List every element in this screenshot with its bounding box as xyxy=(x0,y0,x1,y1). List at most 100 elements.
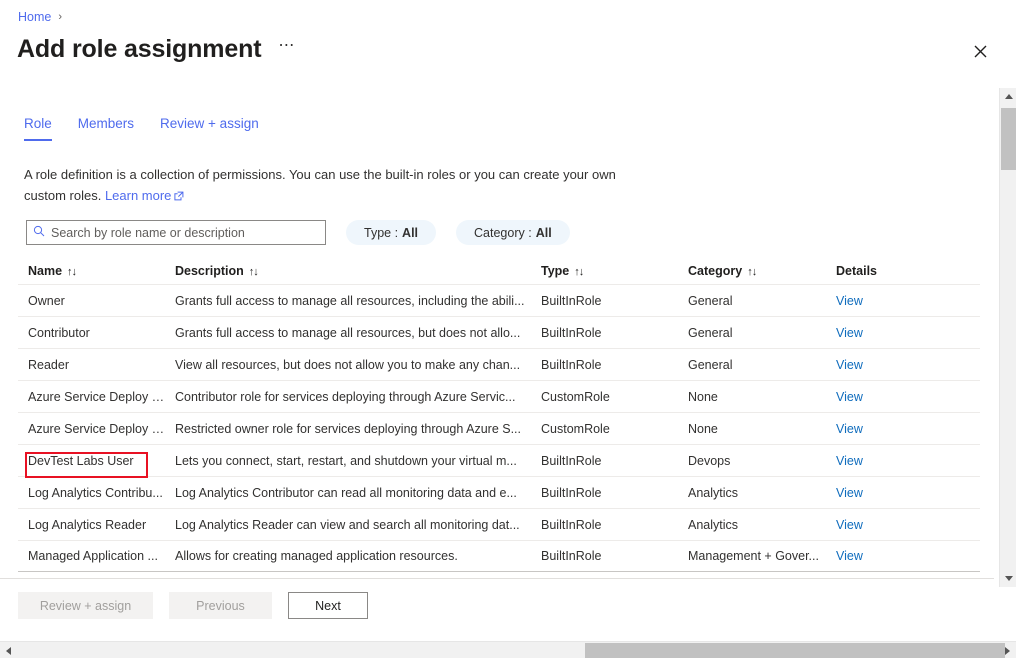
cell-role-type: BuiltInRole xyxy=(541,357,602,372)
column-header-category[interactable]: Category ↑↓ xyxy=(688,264,836,278)
cell-role-description: Contributor role for services deploying … xyxy=(175,389,516,404)
view-details-link[interactable]: View xyxy=(836,486,863,500)
cell-role-category: None xyxy=(688,389,718,404)
cell-role-type: BuiltInRole xyxy=(541,517,602,532)
search-input[interactable] xyxy=(51,225,319,240)
column-header-type[interactable]: Type ↑↓ xyxy=(541,264,688,278)
footer-divider xyxy=(0,578,994,579)
table-row[interactable]: Azure Service Deploy R... Contributor ro… xyxy=(18,380,980,412)
roles-table: Name ↑↓ Description ↑↓ Type ↑↓ Category ↑↓ D… xyxy=(18,258,980,572)
cell-role-name: Log Analytics Reader xyxy=(28,517,147,532)
cell-role-name: Azure Service Deploy R... xyxy=(28,389,172,404)
cell-role-description: Log Analytics Contributor can read all m… xyxy=(175,485,517,500)
column-header-description[interactable]: Description ↑↓ xyxy=(175,264,541,278)
review-assign-button[interactable]: Review + assign xyxy=(18,592,153,619)
cell-role-description: View all resources, but does not allow y… xyxy=(175,357,521,372)
tab-members[interactable]: Members xyxy=(78,115,134,141)
cell-role-category: General xyxy=(688,293,733,308)
tab-strip: Role Members Review + assign xyxy=(24,115,259,141)
table-row[interactable]: Managed Application ... Allows for creat… xyxy=(18,540,980,572)
horizontal-scrollbar-thumb[interactable] xyxy=(585,643,1005,658)
filter-category-pill[interactable]: Category : All xyxy=(456,220,570,245)
view-details-link[interactable]: View xyxy=(836,518,863,532)
cell-role-description: Grants full access to manage all resourc… xyxy=(175,325,521,340)
table-row[interactable]: Owner Grants full access to manage all r… xyxy=(18,284,980,316)
table-row[interactable]: Contributor Grants full access to manage… xyxy=(18,316,980,348)
scroll-down-icon[interactable] xyxy=(1000,570,1016,587)
cell-role-category: General xyxy=(688,325,733,340)
cell-role-description: Restricted owner role for services deplo… xyxy=(175,421,522,436)
breadcrumb-home-link[interactable]: Home xyxy=(18,9,51,25)
page-title: Add role assignment xyxy=(17,35,262,63)
cell-role-category: Devops xyxy=(688,453,731,468)
cell-role-type: BuiltInRole xyxy=(541,453,602,468)
table-row[interactable]: Log Analytics Reader Log Analytics Reade… xyxy=(18,508,980,540)
cell-role-description: Log Analytics Reader can view and search… xyxy=(175,517,520,532)
sort-icon[interactable]: ↑↓ xyxy=(249,266,259,278)
table-row[interactable]: Log Analytics Contribu... Log Analytics … xyxy=(18,476,980,508)
breadcrumb-separator-icon: › xyxy=(58,11,63,23)
cell-role-description: Allows for creating managed application … xyxy=(175,549,458,563)
view-details-link[interactable]: View xyxy=(836,358,863,372)
footer-actions: Review + assign Previous Next xyxy=(18,592,368,619)
filter-type-pill[interactable]: Type : All xyxy=(346,220,437,245)
filter-type-value: All xyxy=(402,225,419,240)
sort-icon[interactable]: ↑↓ xyxy=(574,266,584,278)
tab-review-assign[interactable]: Review + assign xyxy=(160,115,259,141)
cell-role-category: Analytics xyxy=(688,517,739,532)
cell-role-type: CustomRole xyxy=(541,421,610,436)
cell-role-type: BuiltInRole xyxy=(541,485,602,500)
cell-role-name: Managed Application ... xyxy=(28,549,158,563)
table-header-row: Name ↑↓ Description ↑↓ Type ↑↓ Category ↑↓ D… xyxy=(18,258,980,284)
cell-role-name: Log Analytics Contribu... xyxy=(28,485,163,500)
filter-category-value: All xyxy=(535,225,552,240)
scroll-up-icon[interactable] xyxy=(1000,88,1016,105)
view-details-link[interactable]: View xyxy=(836,454,863,468)
column-header-details: Details xyxy=(836,264,877,278)
description-text: A role definition is a collection of per… xyxy=(24,164,624,207)
column-header-category-label: Category xyxy=(688,264,743,278)
column-header-name[interactable]: Name ↑↓ xyxy=(18,264,175,278)
cell-role-category: General xyxy=(688,357,733,372)
cell-role-name: Owner xyxy=(28,293,65,308)
view-details-link[interactable]: View xyxy=(836,326,863,340)
previous-button[interactable]: Previous xyxy=(169,592,272,619)
cell-role-description: Grants full access to manage all resourc… xyxy=(175,293,525,308)
view-details-link[interactable]: View xyxy=(836,422,863,436)
scroll-right-icon[interactable] xyxy=(999,642,1016,658)
cell-role-name: Reader xyxy=(28,357,69,372)
table-row[interactable]: Reader View all resources, but does not … xyxy=(18,348,980,380)
column-header-description-label: Description xyxy=(175,264,244,278)
blade-content: Role Members Review + assign A role defi… xyxy=(0,86,994,575)
tab-role[interactable]: Role xyxy=(24,115,52,141)
sort-icon[interactable]: ↑↓ xyxy=(67,266,77,278)
table-row-devtest-labs-user[interactable]: DevTest Labs User Lets you connect, star… xyxy=(18,444,980,476)
title-row: Add role assignment ⋯ xyxy=(17,32,298,66)
external-link-icon xyxy=(174,186,184,207)
close-icon[interactable] xyxy=(967,38,993,64)
view-details-link[interactable]: View xyxy=(836,549,863,563)
scroll-left-icon[interactable] xyxy=(0,642,17,658)
filter-type-label: Type : xyxy=(364,225,399,240)
vertical-scrollbar-thumb[interactable] xyxy=(1001,108,1016,170)
view-details-link[interactable]: View xyxy=(836,390,863,404)
cell-role-type: BuiltInRole xyxy=(541,325,602,340)
learn-more-link[interactable]: Learn more xyxy=(105,188,171,203)
cell-role-name: DevTest Labs User xyxy=(28,453,134,468)
cell-role-type: BuiltInRole xyxy=(541,549,602,563)
next-button[interactable]: Next xyxy=(288,592,368,619)
more-options-icon[interactable]: ⋯ xyxy=(275,35,298,63)
add-role-assignment-blade: Home › Add role assignment ⋯ Role Member… xyxy=(0,0,1016,658)
view-details-link[interactable]: View xyxy=(836,294,863,308)
cell-role-category: None xyxy=(688,421,718,436)
cell-role-name: Contributor xyxy=(28,325,90,340)
table-row[interactable]: Azure Service Deploy R... Restricted own… xyxy=(18,412,980,444)
horizontal-scrollbar[interactable] xyxy=(0,641,1016,658)
vertical-scrollbar[interactable] xyxy=(999,88,1016,587)
search-icon xyxy=(33,224,45,242)
column-header-name-label: Name xyxy=(28,264,63,278)
sort-icon[interactable]: ↑↓ xyxy=(747,266,757,278)
search-box[interactable] xyxy=(26,220,326,245)
cell-role-type: BuiltInRole xyxy=(541,293,602,308)
cell-role-name: Azure Service Deploy R... xyxy=(28,421,172,436)
